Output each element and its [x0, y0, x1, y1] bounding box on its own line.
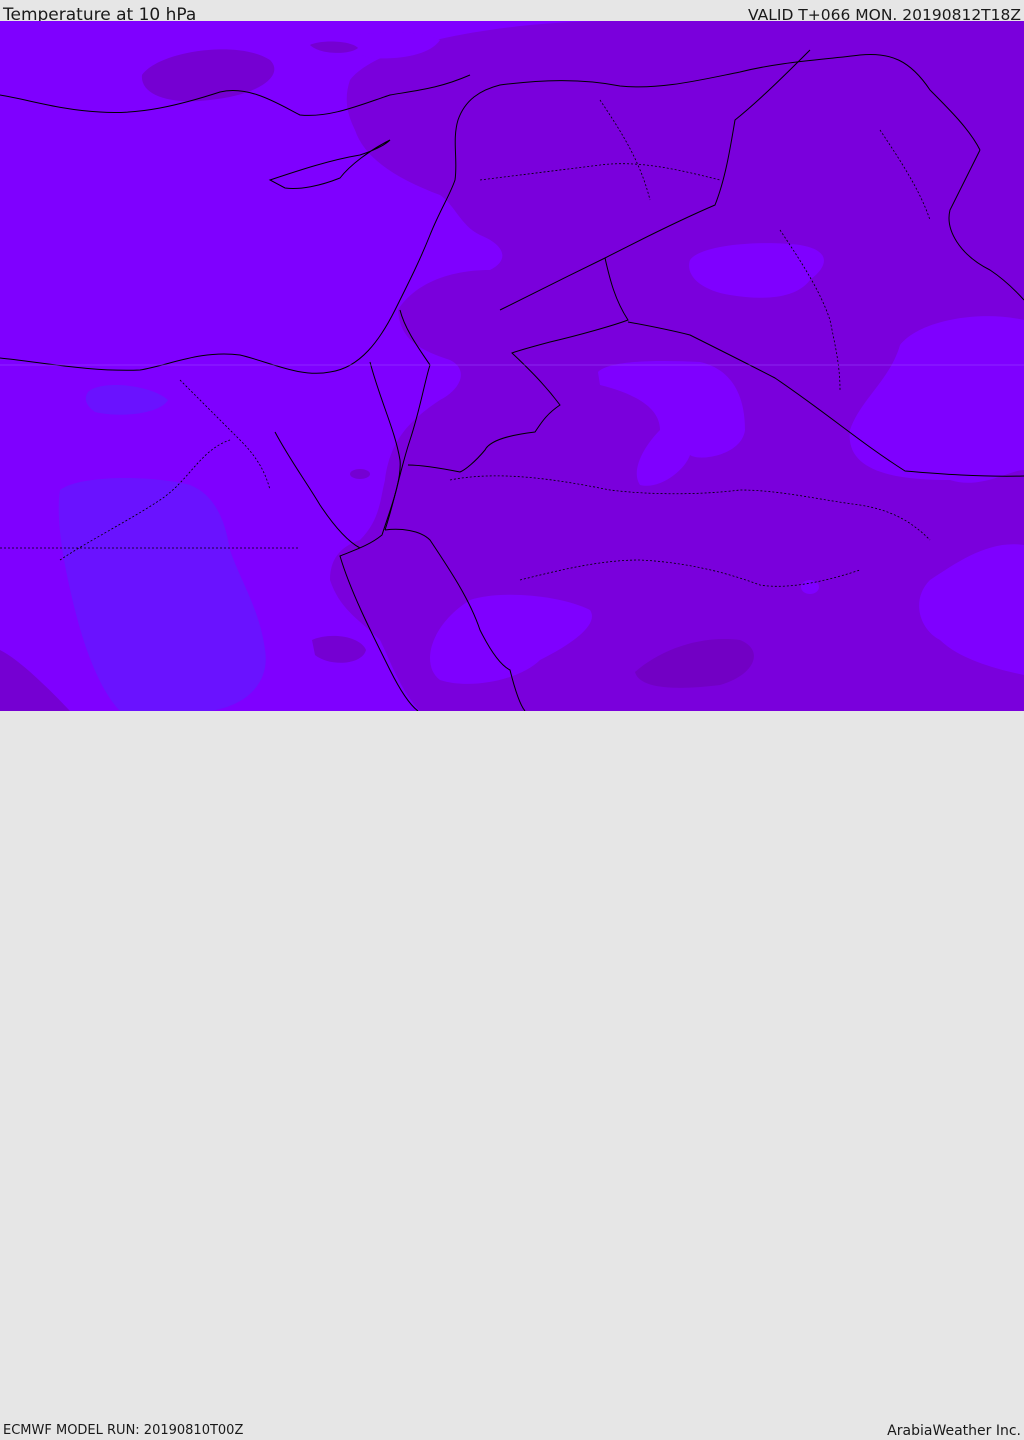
temperature-patch-warm-6 — [350, 469, 370, 479]
model-run: ECMWF MODEL RUN: 20190810T00Z — [3, 1423, 244, 1438]
header-bar: Temperature at 10 hPa VALID T+066 MON. 2… — [0, 0, 1024, 25]
footer-bar: ECMWF MODEL RUN: 20190810T00Z ArabiaWeat… — [0, 711, 1024, 1439]
temperature-map[interactable] — [0, 21, 1024, 711]
credit-label: ArabiaWeather Inc. — [887, 1423, 1021, 1439]
